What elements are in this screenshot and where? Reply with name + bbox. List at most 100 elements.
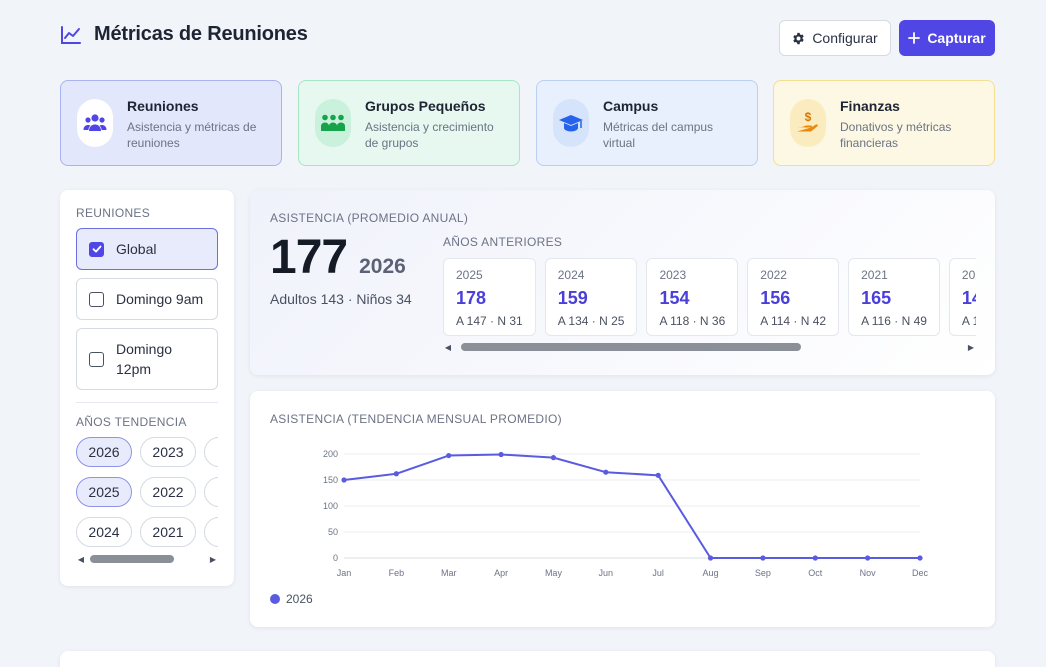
checkbox-checked[interactable] <box>89 241 104 257</box>
data-point <box>393 471 399 477</box>
graduation-cap-icon <box>553 99 589 147</box>
category-title: Campus <box>603 98 659 114</box>
meeting-option-label: Domingo 12pm <box>116 341 173 377</box>
line-chart-icon <box>61 25 81 44</box>
data-point <box>446 452 452 459</box>
year-pill[interactable]: 2023 <box>140 437 196 467</box>
page-title: Métricas de Reuniones <box>94 23 308 45</box>
data-point <box>655 472 661 478</box>
meeting-option-label: Global <box>116 241 157 257</box>
group-icon <box>315 99 351 147</box>
meeting-option-domingo-9am[interactable]: Domingo 9am <box>76 278 218 320</box>
configure-label: Configurar <box>812 30 878 46</box>
trend-years-scrollbar[interactable]: ◀ ▶ <box>76 553 218 565</box>
checkbox[interactable] <box>89 291 104 307</box>
filter-sidebar: REUNIONES Global Domingo 9am Domingo 12p… <box>60 190 234 586</box>
meeting-option-domingo-12pm[interactable]: Domingo 12pm <box>76 328 218 390</box>
x-tick-label: Jan <box>337 568 352 578</box>
scrollbar-thumb[interactable] <box>461 343 801 351</box>
previous-year: 2024 <box>557 268 585 282</box>
previous-year: 2020 <box>961 268 976 282</box>
check-icon <box>92 245 101 253</box>
year-pill[interactable]: 2026 <box>76 437 132 467</box>
title-wrap: Métricas de Reuniones <box>60 23 308 46</box>
previous-year-card[interactable]: 2020 148 A 117 <box>948 258 976 336</box>
configure-button[interactable]: Configurar <box>779 20 891 56</box>
category-text: Campus Métricas del campus virtual <box>603 98 741 151</box>
scroll-right-arrow-icon[interactable]: ▶ <box>966 343 976 352</box>
x-tick-label: Aug <box>703 568 719 578</box>
gear-icon <box>793 32 805 44</box>
previous-year-breakdown: A 147 · N 31 <box>456 314 523 328</box>
year-pill[interactable]: 2025 <box>76 477 132 507</box>
scroll-left-arrow-icon[interactable]: ◀ <box>76 555 86 564</box>
plus-icon <box>908 32 921 44</box>
users-icon <box>77 99 113 147</box>
category-text: Reuniones Asistencia y métricas de reuni… <box>127 98 265 151</box>
monthly-trend-chart: 0 50 100 150 200 Jan Feb Mar Apr May Jun Jul Aug Sep O… <box>323 449 929 578</box>
scrollbar-thumb[interactable] <box>90 555 174 563</box>
year-pill[interactable]: 2 <box>204 437 218 467</box>
x-tick-label: Mar <box>441 568 457 578</box>
category-description: Donativos y métricas financieras <box>840 120 952 150</box>
scrollbar-track[interactable] <box>86 555 208 563</box>
year-pill[interactable]: 2 <box>204 477 218 507</box>
x-tick-label: Jul <box>652 568 664 578</box>
attendance-breakdown: Adultos 143 · Niños 34 <box>270 291 412 307</box>
x-tick-label: Oct <box>808 568 823 578</box>
checkbox[interactable] <box>89 351 104 367</box>
previous-year-card[interactable]: 2024 159 A 134 · N 25 <box>544 258 638 336</box>
y-tick-label: 100 <box>323 501 338 511</box>
legend-dot <box>270 594 280 604</box>
category-card-finanzas[interactable]: $ Finanzas Donativos y métricas financie… <box>773 80 995 166</box>
previous-year-card[interactable]: 2021 165 A 116 · N 49 <box>848 258 940 336</box>
previous-year-value: 165 <box>861 288 892 308</box>
year-pill[interactable]: 2021 <box>140 517 196 547</box>
y-tick-label: 0 <box>333 553 338 563</box>
trend-years-scroll[interactable]: 2026 2023 2 2025 2022 2 2024 2021 2 <box>76 437 218 557</box>
category-title: Reuniones <box>127 98 199 114</box>
scroll-left-arrow-icon[interactable]: ◀ <box>443 343 453 352</box>
scrollbar-track[interactable] <box>453 343 966 351</box>
trend-years-grid: 2026 2023 2 2025 2022 2 2024 2021 2 <box>76 437 218 547</box>
x-tick-label: Feb <box>389 568 405 578</box>
previous-year-card[interactable]: 2025 178 A 147 · N 31 <box>443 258 536 336</box>
previous-years-scrollbar[interactable]: ◀ ▶ <box>443 341 976 353</box>
scroll-right-arrow-icon[interactable]: ▶ <box>208 555 218 564</box>
previous-year-breakdown: A 118 · N 36 <box>659 314 726 328</box>
previous-year-breakdown: A 134 · N 25 <box>557 314 625 328</box>
data-point <box>498 451 504 458</box>
data-point <box>760 555 766 561</box>
x-tick-label: May <box>545 568 563 578</box>
previous-year: 2023 <box>659 268 687 282</box>
chart-legend: 2026 <box>270 592 313 606</box>
year-pill[interactable]: 2022 <box>140 477 196 507</box>
year-pill[interactable]: 2024 <box>76 517 132 547</box>
category-text: Finanzas Donativos y métricas financiera… <box>840 98 978 151</box>
previous-year-card[interactable]: 2023 154 A 118 · N 36 <box>646 258 739 336</box>
y-tick-label: 200 <box>323 449 338 459</box>
previous-years-label: AÑOS ANTERIORES <box>443 235 563 249</box>
data-point <box>550 455 557 461</box>
year-pill[interactable]: 2 <box>204 517 218 547</box>
category-card-campus[interactable]: Campus Métricas del campus virtual <box>536 80 758 166</box>
meeting-option-global[interactable]: Global <box>76 228 218 270</box>
category-title: Grupos Pequeños <box>365 98 486 114</box>
current-attendance-value: 177 <box>270 231 348 284</box>
annual-attendance-card: ASISTENCIA (PROMEDIO ANUAL) 177 2026 Adu… <box>250 190 995 375</box>
annual-attendance-label: ASISTENCIA (PROMEDIO ANUAL) <box>270 211 469 225</box>
previous-year-card[interactable]: 2022 156 A 114 · N 42 <box>747 258 840 336</box>
previous-year-breakdown: A 114 · N 42 <box>760 314 827 328</box>
category-card-reuniones[interactable]: Reuniones Asistencia y métricas de reuni… <box>60 80 282 166</box>
category-card-grupos[interactable]: Grupos Pequeños Asistencia y crecimiento… <box>298 80 520 166</box>
category-title: Finanzas <box>840 98 900 114</box>
data-point <box>865 555 871 561</box>
divider <box>76 402 218 403</box>
y-tick-label: 50 <box>328 527 338 537</box>
previous-years-scroll[interactable]: 2025 178 A 147 · N 31 2024 159 A 134 · N… <box>443 258 976 336</box>
previous-year-value: 148 <box>961 288 976 308</box>
data-point <box>812 555 818 561</box>
category-description: Asistencia y crecimiento de grupos <box>365 120 494 150</box>
x-tick-label: Jun <box>599 568 614 578</box>
capture-button[interactable]: Capturar <box>899 20 995 56</box>
